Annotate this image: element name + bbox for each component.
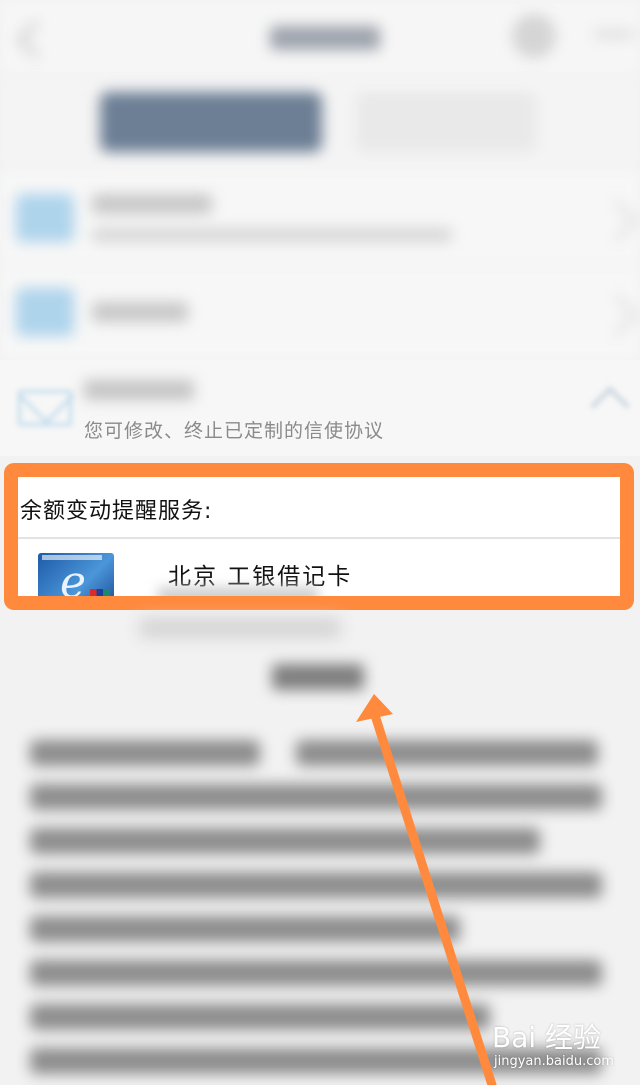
annotation-arrow bbox=[356, 694, 497, 1085]
watermark-main-text: Bai 经验 bbox=[492, 1021, 602, 1054]
watermark-sub-text: jingyan.baidu.com bbox=[494, 1054, 614, 1069]
baidu-jingyan-watermark: Bai 经验 jingyan.baidu.com bbox=[492, 1016, 632, 1076]
